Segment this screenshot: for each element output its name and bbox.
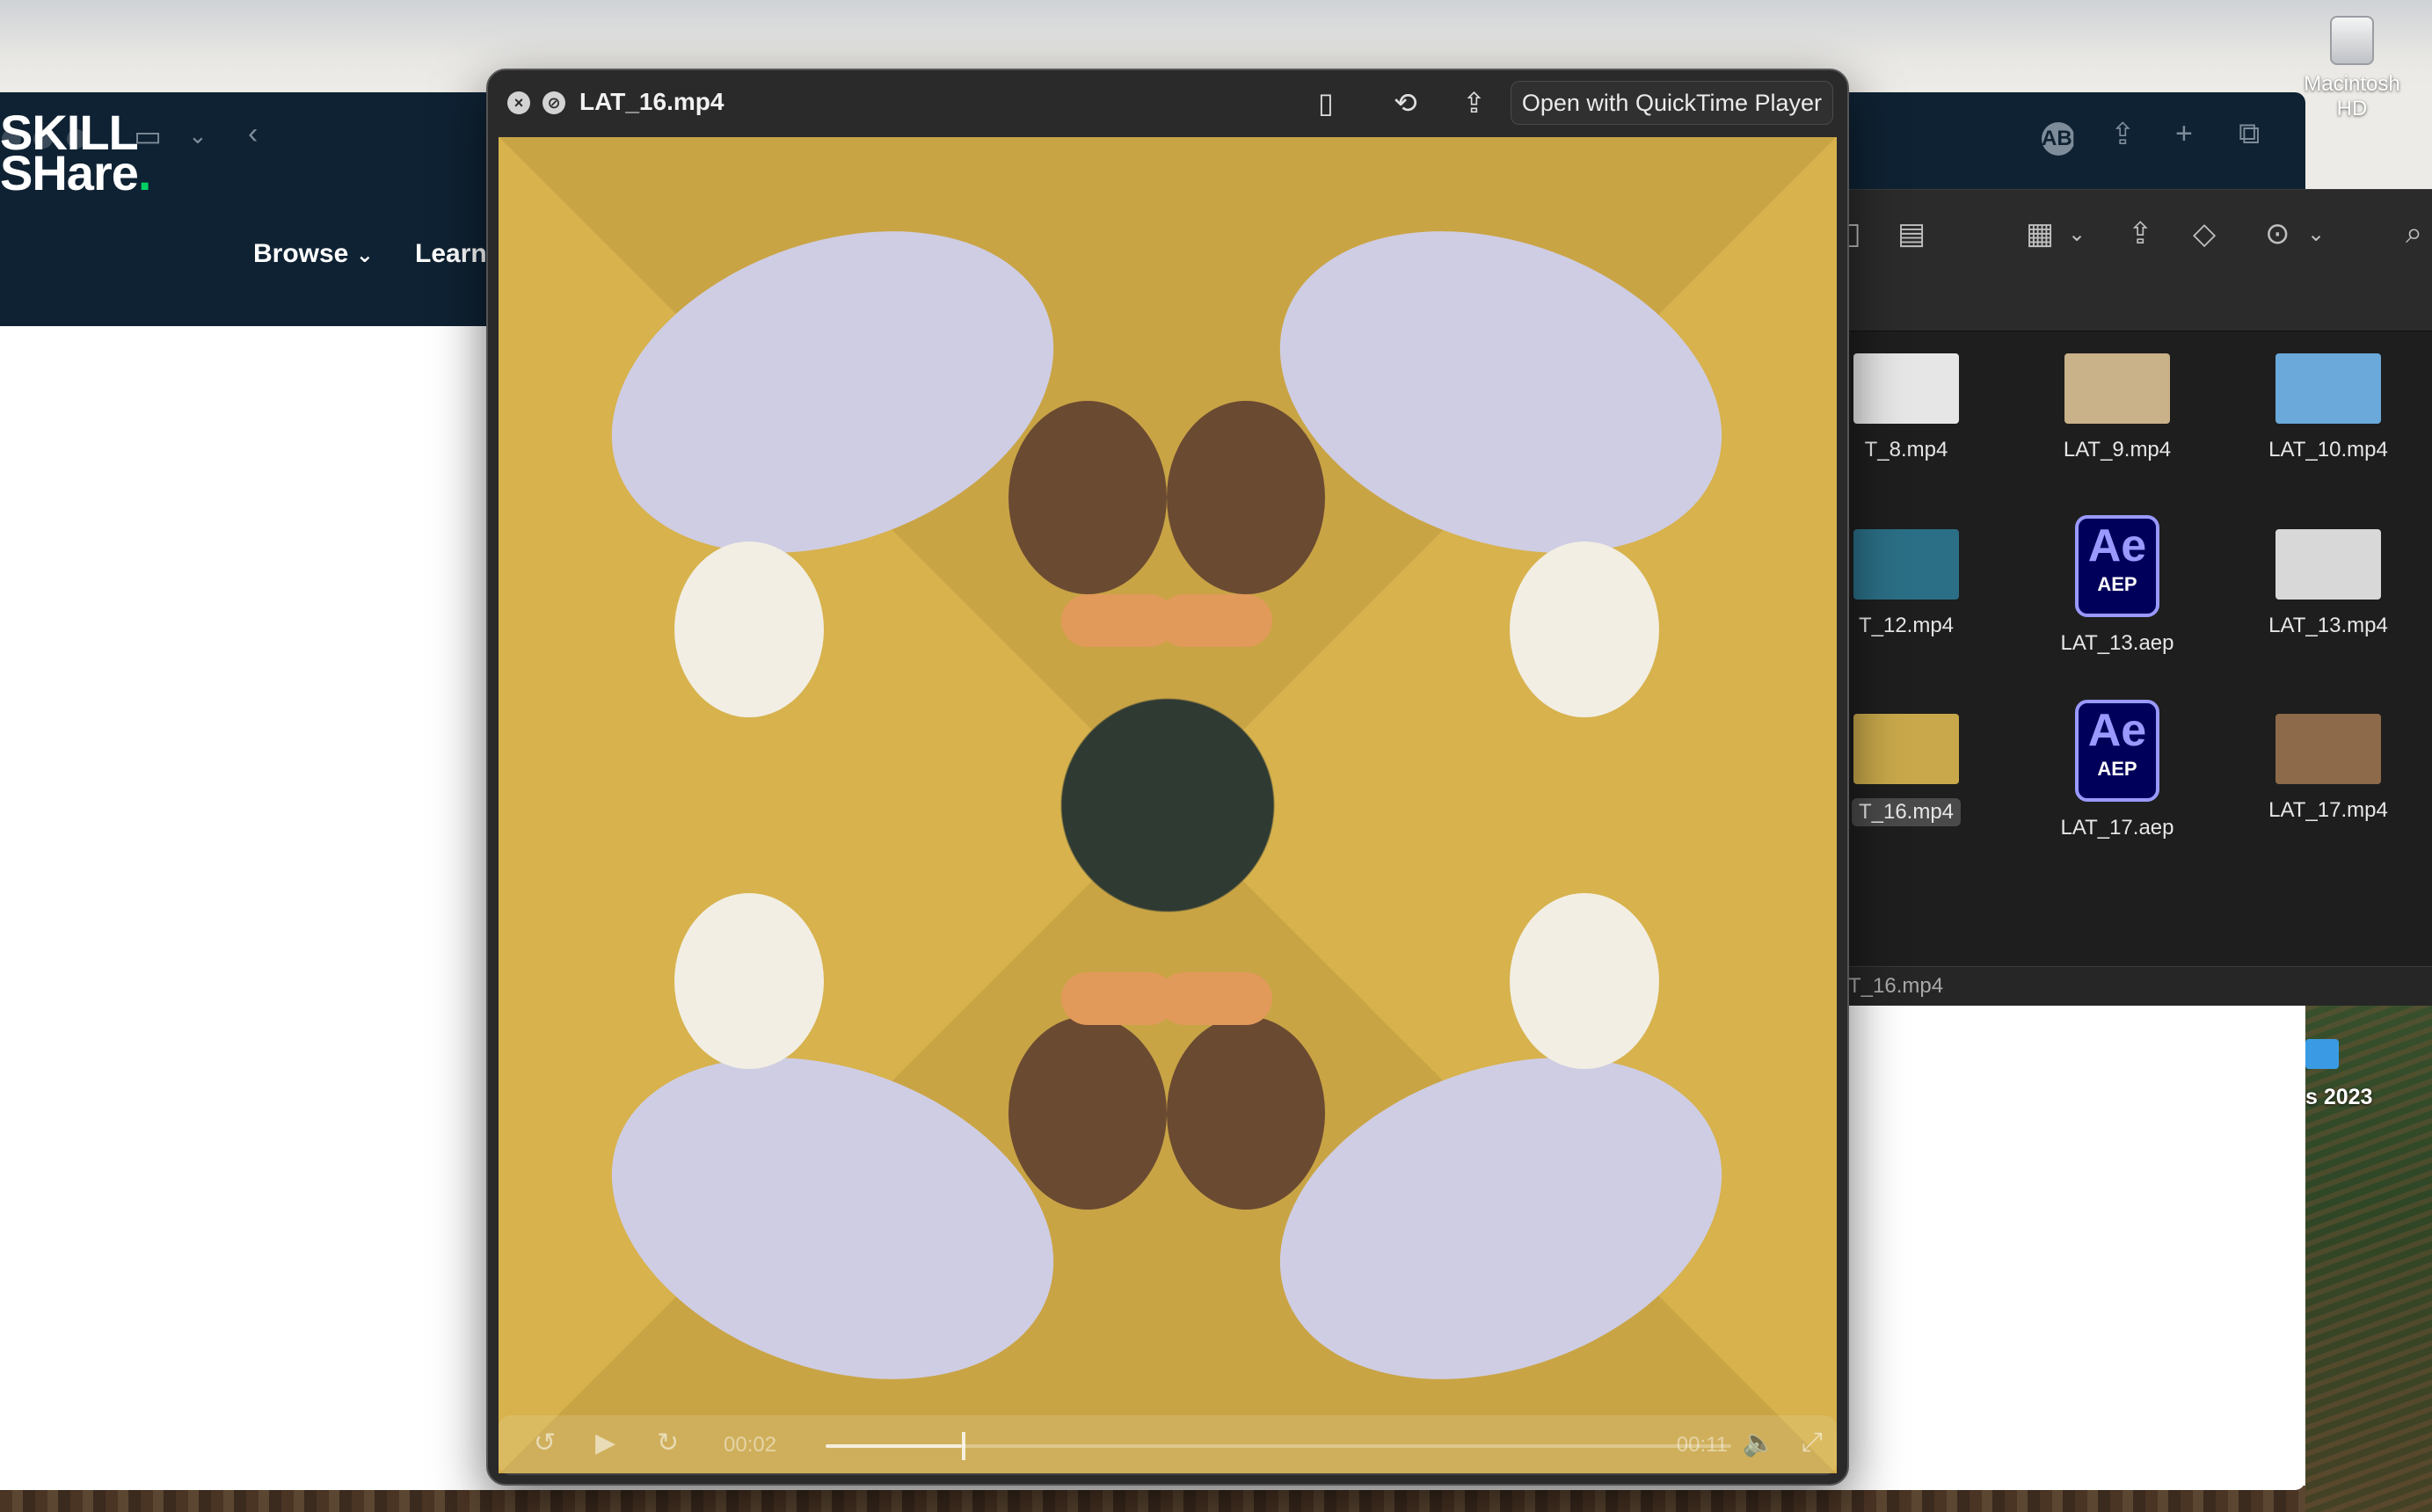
folder-icon[interactable] — [2305, 1039, 2339, 1069]
file-item[interactable]: LAT_10.mp4 — [2232, 339, 2425, 462]
playback-controls: ↺ ▶ ↻ 00:02 00:11 🔈 ⤢ — [499, 1415, 1837, 1475]
video-face — [1510, 542, 1659, 717]
chevron-down-icon: ⌄ — [355, 244, 374, 267]
quicklook-window: × ⊘ LAT_16.mp4 ▯ ⟲ ⇪ Open with QuickTime… — [486, 69, 1849, 1486]
fullscreen-icon[interactable]: ⊘ — [542, 91, 565, 114]
file-item[interactable]: Ae AEP LAT_17.aep — [2021, 700, 2214, 840]
video-thumbnail — [2064, 353, 2170, 424]
skip-forward-15-icon[interactable]: ↻ — [657, 1428, 679, 1458]
adblock-extension-icon[interactable]: ABP — [2042, 122, 2086, 156]
trim-icon[interactable]: ▯ — [1318, 86, 1334, 120]
file-name: LAT_17.mp4 — [2268, 798, 2388, 822]
share-icon[interactable]: ⇪ — [2110, 117, 2136, 152]
elapsed-time: 00:02 — [724, 1433, 777, 1457]
file-name: LAT_13.aep — [2060, 631, 2174, 655]
more-actions-icon[interactable]: ⊙ — [2265, 216, 2290, 251]
video-face — [674, 893, 824, 1069]
file-item[interactable]: LAT_13.mp4 — [2232, 515, 2425, 638]
ae-icon-text: Ae — [2087, 520, 2147, 571]
scrubber[interactable] — [826, 1432, 1731, 1460]
scrubber-handle[interactable] — [961, 1432, 965, 1460]
search-icon[interactable]: ⌕ — [2406, 216, 2422, 251]
share-icon[interactable]: ⇪ — [1462, 86, 1486, 120]
macintosh-hd-desktop-icon[interactable]: Macintosh HD — [2286, 16, 2418, 121]
share-icon[interactable]: ⇪ — [2128, 216, 2153, 251]
play-icon[interactable]: ▶ — [595, 1428, 615, 1458]
file-title: LAT_16.mp4 — [579, 88, 725, 115]
browse-label: Browse — [253, 239, 349, 268]
video-face — [674, 542, 824, 717]
group-icon[interactable]: ▦ — [2026, 216, 2054, 251]
tag-icon[interactable]: ◇ — [2193, 216, 2216, 251]
finder-toolbar: ▯ ▤ ▦ ⌄ ⇪ ◇ ⊙ ⌄ ⌕ — [1845, 190, 2432, 331]
video-face — [1167, 1016, 1325, 1210]
file-name: T_16.mp4 — [1851, 798, 1962, 826]
logo-dot: . — [137, 145, 152, 200]
video-thumbnail — [1853, 714, 1959, 784]
file-name: LAT_9.mp4 — [2063, 438, 2172, 462]
chevron-down-icon[interactable]: ⌄ — [2068, 222, 2086, 247]
file-name: LAT_10.mp4 — [2268, 438, 2388, 462]
file-name: T_8.mp4 — [1864, 438, 1948, 462]
gallery-view-icon[interactable]: ▤ — [1897, 216, 1926, 251]
video-thumbnail — [1853, 529, 1959, 600]
after-effects-file-icon: Ae AEP — [2075, 700, 2159, 802]
hd-label: Macintosh HD — [2304, 72, 2400, 120]
video-preview[interactable] — [499, 137, 1837, 1473]
open-with-quicktime-button[interactable]: Open with QuickTime Player — [1510, 81, 1833, 125]
close-icon[interactable]: × — [507, 91, 530, 114]
chevron-down-icon[interactable]: ⌄ — [188, 122, 208, 149]
file-item[interactable]: T_8.mp4 — [1845, 339, 2003, 462]
after-effects-file-icon: Ae AEP — [2075, 515, 2159, 617]
file-item[interactable]: T_12.mp4 — [1845, 515, 2003, 638]
folder-label: s 2023 — [2305, 1085, 2373, 1109]
picture-in-picture-icon[interactable]: ⤢ — [1802, 1428, 1823, 1457]
aep-icon-text: AEP — [2097, 758, 2137, 780]
video-thumbnail — [2275, 353, 2381, 424]
ae-icon-text: Ae — [2087, 705, 2147, 756]
browse-menu[interactable]: Browse ⌄ — [253, 239, 374, 269]
desktop-wallpaper-side — [2305, 993, 2432, 1512]
file-name: LAT_17.aep — [2060, 816, 2174, 840]
scrubber-progress — [826, 1444, 962, 1448]
skip-back-15-icon[interactable]: ↺ — [534, 1428, 556, 1458]
remaining-time: 00:11 — [1676, 1433, 1728, 1457]
file-item[interactable]: LAT_9.mp4 — [2021, 339, 2214, 462]
video-thumbnail — [2275, 714, 2381, 784]
file-item[interactable]: Ae AEP LAT_13.aep — [2021, 515, 2214, 656]
quicklook-titlebar: × ⊘ LAT_16.mp4 ▯ ⟲ ⇪ Open with QuickTime… — [488, 70, 1847, 135]
video-face — [1510, 893, 1659, 1069]
finder-window: ▯ ▤ ▦ ⌄ ⇪ ◇ ⊙ ⌄ ⌕ T_8.mp4 LAT_9.mp4 LAT_10… — [1845, 189, 2432, 1006]
video-thumbnail — [1853, 353, 1959, 424]
back-icon[interactable]: ‹ — [248, 117, 258, 151]
skillshare-logo[interactable]: SKILL SHare. — [0, 108, 151, 198]
video-hat — [1158, 594, 1272, 647]
learn-menu[interactable]: Learn — [415, 239, 487, 269]
video-face — [1167, 401, 1325, 594]
file-item[interactable]: T_16.mp4 — [1845, 700, 2003, 826]
chevron-down-icon[interactable]: ⌄ — [2307, 222, 2325, 247]
file-item[interactable]: LAT_17.mp4 — [2232, 700, 2425, 823]
video-hat — [1158, 972, 1272, 1025]
path-bar: T_16.mp4 — [1845, 966, 2432, 1006]
tab-overview-icon[interactable]: ⧉ — [2239, 117, 2260, 151]
video-thumbnail — [2275, 529, 2381, 600]
video-face — [1008, 401, 1167, 594]
hard-drive-icon — [2330, 16, 2374, 65]
file-name: T_12.mp4 — [1858, 614, 1955, 637]
file-grid: T_8.mp4 LAT_9.mp4 LAT_10.mp4 T_12.mp4 Ae AEP L… — [1845, 331, 2432, 968]
logo-line-2: SHare — [0, 145, 139, 200]
new-tab-icon[interactable]: + — [2175, 117, 2193, 151]
file-name: LAT_13.mp4 — [2268, 614, 2388, 637]
volume-icon[interactable]: 🔈 — [1743, 1428, 1775, 1458]
rotate-icon[interactable]: ⟲ — [1394, 86, 1417, 120]
video-face — [1008, 1016, 1167, 1210]
aep-icon-text: AEP — [2097, 573, 2137, 595]
